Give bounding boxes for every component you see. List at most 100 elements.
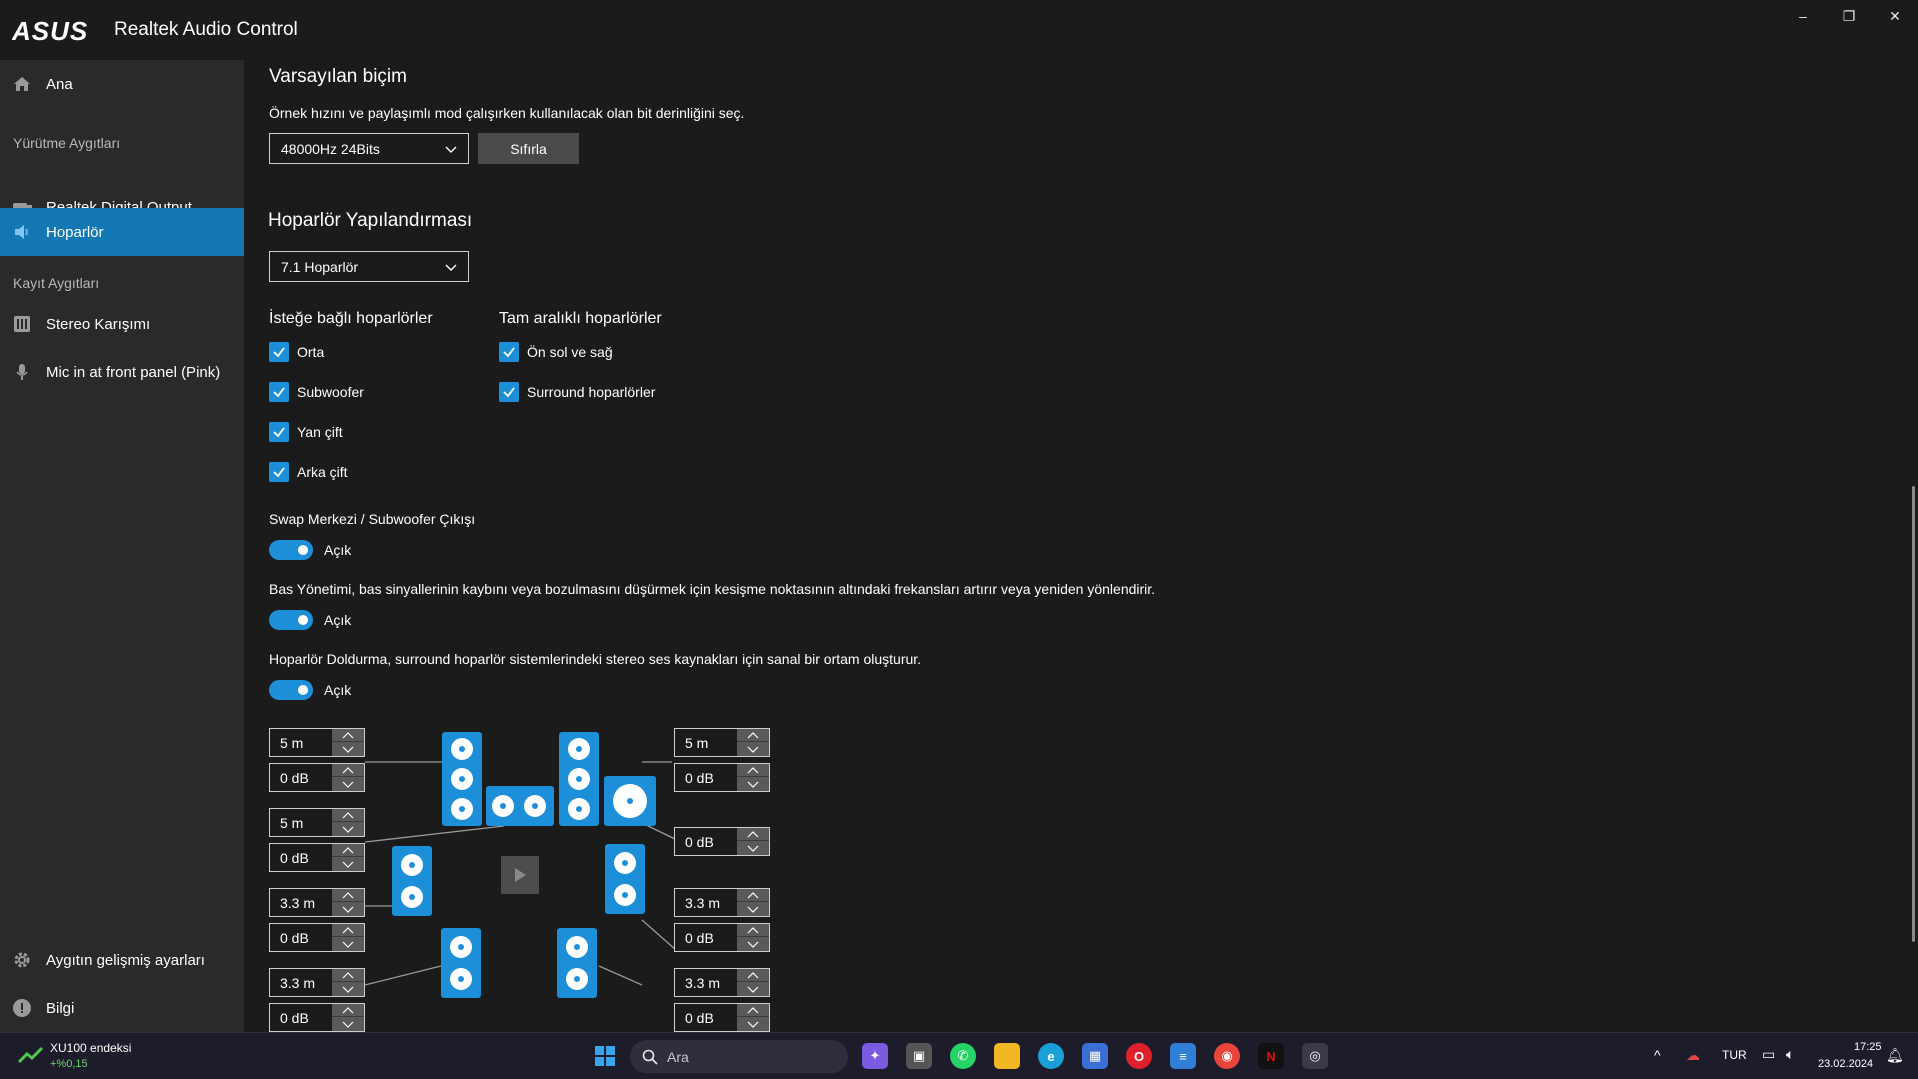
display-icon[interactable]: ▭ [1762,1046,1775,1063]
clock-date[interactable]: 23.02.2024 [1818,1058,1873,1070]
chevron-down-icon[interactable] [332,983,364,996]
copilot-icon[interactable]: ✦ [862,1043,888,1069]
volume-icon[interactable]: 🔈︎ [1786,1046,1794,1063]
front-left-speaker[interactable] [442,732,482,826]
chevron-down-icon[interactable] [737,903,769,916]
chevron-up-icon[interactable] [737,1004,769,1017]
chevron-down-icon[interactable] [332,938,364,951]
front-left-level[interactable]: 0 dB [269,763,365,792]
chevron-up-icon[interactable] [332,924,364,937]
rear-right-distance[interactable]: 3.3 m [674,968,770,997]
rear-left-distance[interactable]: 3.3 m [269,968,365,997]
center-level[interactable]: 0 dB [269,843,365,872]
sidebar-item-home[interactable]: Ana [0,60,244,108]
file-explorer-icon[interactable] [994,1043,1020,1069]
chevron-down-icon[interactable] [737,983,769,996]
chevron-down-icon[interactable] [737,743,769,756]
chevron-up-icon[interactable] [737,889,769,902]
side-right-speaker[interactable] [605,844,645,914]
chevron-up-icon[interactable] [332,764,364,777]
minimize-button[interactable]: – [1780,0,1826,32]
play-test-button[interactable] [501,856,539,894]
rear-left-speaker[interactable] [441,928,481,998]
notification-bell-icon[interactable]: 🔔︎ [1886,1047,1904,1064]
side-left-level[interactable]: 0 dB [269,923,365,952]
side-right-distance[interactable]: 3.3 m [674,888,770,917]
chevron-up-icon[interactable] [737,764,769,777]
front-right-distance[interactable]: 5 m [674,728,770,757]
chevron-down-icon[interactable] [332,903,364,916]
reset-button[interactable]: Sıfırla [478,133,579,164]
chevron-up-icon[interactable] [737,924,769,937]
chevron-up-icon[interactable] [332,844,364,857]
default-format-dropdown[interactable]: 48000Hz 24Bits [269,133,469,164]
rear-right-speaker[interactable] [557,928,597,998]
checkbox-center[interactable] [269,342,289,362]
chevron-up-icon[interactable] [332,1004,364,1017]
side-left-distance[interactable]: 3.3 m [269,888,365,917]
checkbox-side-pair[interactable] [269,422,289,442]
bass-management-toggle[interactable] [269,610,313,630]
chevron-up-icon[interactable] [737,969,769,982]
windows-start-icon[interactable] [592,1043,618,1069]
swap-toggle[interactable] [269,540,313,560]
chevron-up-icon[interactable]: ^ [1654,1047,1661,1063]
chevron-down-icon[interactable] [737,778,769,791]
side-right-level[interactable]: 0 dB [674,923,770,952]
center-speaker[interactable] [486,786,554,826]
store-icon[interactable]: ▦ [1082,1043,1108,1069]
chrome-icon[interactable]: ◉ [1214,1043,1240,1069]
center-distance[interactable]: 5 m [269,808,365,837]
maximize-button[interactable]: ❐ [1826,0,1872,32]
rear-left-level[interactable]: 0 dB [269,1003,365,1032]
subwoofer-level[interactable]: 0 dB [674,827,770,856]
chevron-down-icon[interactable] [332,743,364,756]
front-right-level[interactable]: 0 dB [674,763,770,792]
language-indicator[interactable]: TUR [1722,1048,1747,1062]
front-left-distance[interactable]: 5 m [269,728,365,757]
subwoofer-speaker[interactable] [604,776,656,826]
chevron-down-icon[interactable] [332,1018,364,1031]
task-view-icon[interactable]: ▣ [906,1043,932,1069]
chevron-down-icon[interactable] [737,842,769,855]
chevron-down-icon[interactable] [332,778,364,791]
chevron-up-icon[interactable] [737,729,769,742]
checkbox-rear-pair[interactable] [269,462,289,482]
chevron-up-icon[interactable] [332,809,364,822]
sidebar-item-info[interactable]: Bilgi [0,984,244,1032]
sidebar-item-mic-front[interactable]: Mic in at front panel (Pink) [0,348,244,396]
taskbar-search[interactable]: Ara [630,1040,848,1073]
rear-right-level[interactable]: 0 dB [674,1003,770,1032]
sidebar-item-speaker[interactable]: Hoparlör [0,208,244,256]
chevron-down-icon[interactable] [737,1018,769,1031]
clock-time[interactable]: 17:25 [1854,1041,1882,1053]
sidebar-item-stereo-mix[interactable]: Stereo Karışımı [0,300,244,348]
chevron-down-icon[interactable] [332,823,364,836]
checkbox-label: Arka çift [297,464,348,480]
edge-icon[interactable]: e [1038,1043,1064,1069]
checkbox-surround[interactable] [499,382,519,402]
close-button[interactable]: ✕ [1872,0,1918,32]
netflix-icon[interactable]: N [1258,1043,1284,1069]
whatsapp-icon[interactable]: ✆ [950,1043,976,1069]
scrollbar[interactable] [1912,486,1915,942]
side-left-speaker[interactable] [392,846,432,916]
realtek-audio-icon[interactable]: ◎ [1302,1043,1328,1069]
sidebar-item-label: Mic in at front panel (Pink) [46,363,221,381]
checkbox-subwoofer[interactable] [269,382,289,402]
sidebar-item-advanced-settings[interactable]: Aygıtın gelişmiş ayarları [0,936,244,984]
opera-icon[interactable]: O [1126,1043,1152,1069]
chevron-up-icon[interactable] [332,729,364,742]
front-right-speaker[interactable] [559,732,599,826]
notepad-icon[interactable]: ≡ [1170,1043,1196,1069]
speaker-config-dropdown[interactable]: 7.1 Hoparlör [269,251,469,282]
checkmark-icon [273,387,285,398]
chevron-up-icon[interactable] [332,969,364,982]
chevron-down-icon[interactable] [737,938,769,951]
network-warning-icon[interactable]: ☁ [1686,1047,1700,1064]
chevron-up-icon[interactable] [332,889,364,902]
chevron-down-icon[interactable] [332,858,364,871]
checkbox-front-left-right[interactable] [499,342,519,362]
chevron-up-icon[interactable] [737,828,769,841]
speaker-fill-toggle[interactable] [269,680,313,700]
